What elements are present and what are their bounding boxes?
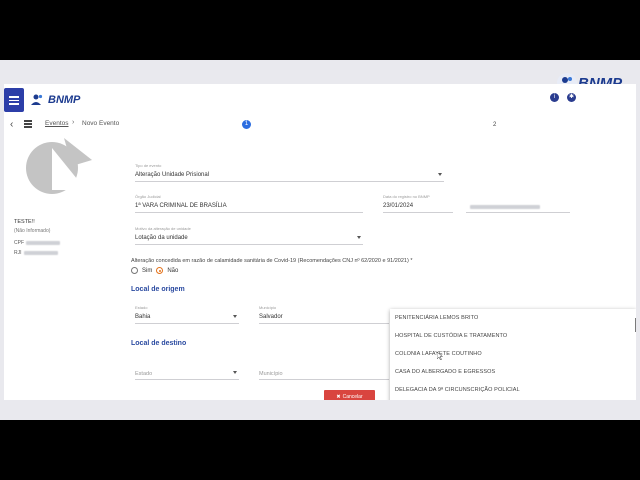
- info-icon[interactable]: i: [550, 93, 559, 102]
- tipo-evento-value: Alteração Unidade Prisional: [135, 172, 210, 178]
- avatar-silhouette-icon: [26, 138, 92, 194]
- processo-field[interactable]: [466, 195, 570, 213]
- scrollbar-thumb[interactable]: [635, 318, 636, 332]
- cpf-label: CPF: [14, 240, 24, 246]
- list-icon[interactable]: [24, 120, 32, 128]
- origem-estado-select[interactable]: Estado Bahia: [135, 305, 239, 324]
- origem-municipio-select[interactable]: Município Salvador: [259, 305, 389, 324]
- cpf-redacted: [26, 240, 60, 245]
- dropdown-arrow-icon: [233, 315, 237, 318]
- processo-redacted: [470, 205, 540, 209]
- close-icon: ✖: [336, 393, 341, 400]
- origem-section-title: Local de origem: [131, 286, 185, 293]
- motivo-label: Motivo da alteração de unidade: [135, 226, 191, 231]
- dropdown-arrow-icon: [357, 236, 361, 239]
- destino-estado-select[interactable]: Estado: [135, 362, 239, 380]
- origem-estado-label: Estado: [135, 305, 148, 310]
- app-window: BNMP i ✱ ‹ Eventos › Novo Evento 1 2 TES…: [4, 84, 636, 400]
- dropdown-arrow-icon: [233, 371, 237, 374]
- breadcrumb-current: Novo Evento: [82, 120, 120, 127]
- covid-radio-nao[interactable]: [156, 267, 164, 274]
- tipo-evento-select[interactable]: Tipo de evento Alteração Unidade Prision…: [135, 163, 444, 182]
- cancel-button[interactable]: ✖ Cancelar: [324, 390, 375, 400]
- unidade-dropdown-list: PENITENCIÁRIA LEMOS BRITO HOSPITAL DE CU…: [390, 309, 636, 400]
- dropdown-option[interactable]: CASA DO ALBERGADO E EGRESSOS: [390, 363, 636, 381]
- orgao-judicial-label: Órgão Judicial: [135, 194, 161, 199]
- mouse-cursor-icon: [437, 352, 443, 360]
- covid-question: Alteração concedida em razão de calamida…: [131, 258, 413, 264]
- menu-bar-icon: [9, 96, 19, 98]
- covid-option-sim: Sim: [142, 267, 153, 274]
- breadcrumb-separator: ›: [72, 119, 75, 126]
- origem-estado-value: Bahia: [135, 314, 151, 320]
- screen-frame: BNMP BNMP i ✱ ‹ Eventos › Novo Evento 1 …: [0, 60, 640, 420]
- back-chevron-icon[interactable]: ‹: [10, 119, 13, 130]
- destino-municipio-select[interactable]: Município: [259, 362, 389, 380]
- covid-option-nao: Não: [167, 267, 179, 274]
- data-registro-label: Data do registro no BNMP: [383, 194, 430, 199]
- orgao-judicial-field[interactable]: Órgão Judicial 1ª VARA CRIMINAL DE BRASÍ…: [135, 194, 363, 213]
- covid-radio-sim[interactable]: [131, 267, 138, 274]
- origem-municipio-label: Município: [259, 305, 277, 310]
- top-bar: BNMP i ✱: [4, 84, 636, 116]
- dropdown-arrow-icon: [438, 173, 442, 176]
- dropdown-option[interactable]: PENITENCIÁRIA LEMOS BRITO: [390, 309, 636, 327]
- orgao-judicial-value: 1ª VARA CRIMINAL DE BRASÍLIA: [135, 203, 227, 209]
- stepper-step-2[interactable]: 2: [493, 122, 496, 128]
- app-logo[interactable]: BNMP: [30, 90, 80, 110]
- top-icons: i ✱: [550, 93, 576, 102]
- person-name: TESTE!!: [14, 219, 35, 225]
- rji-label: RJI: [14, 250, 22, 256]
- dropdown-option[interactable]: HOSPITAL DE CUSTÓDIA E TRATAMENTO: [390, 327, 636, 345]
- motivo-value: Lotação da unidade: [135, 235, 188, 241]
- breadcrumb-eventos-link[interactable]: Eventos: [45, 120, 69, 127]
- origem-municipio-value: Salvador: [259, 314, 283, 320]
- app-logo-text: BNMP: [48, 94, 81, 106]
- data-registro-value: 23/01/2024: [383, 203, 414, 209]
- person-rji: RJI: [14, 250, 58, 256]
- destino-municipio-placeholder: Município: [259, 371, 283, 377]
- motivo-select[interactable]: Motivo da alteração de unidade Lotação d…: [135, 226, 363, 245]
- data-registro-field[interactable]: Data do registro no BNMP 23/01/2024: [383, 194, 453, 213]
- menu-bar-icon: [9, 99, 19, 101]
- person-avatar: [24, 134, 94, 204]
- menu-bar-icon: [9, 103, 19, 105]
- menu-button[interactable]: [4, 88, 24, 112]
- bnmp-logo-icon: [30, 92, 46, 108]
- dropdown-option[interactable]: DELEGACIA DA 9ª CIRCUNSCRIÇÃO POLICIAL: [390, 381, 636, 399]
- destino-section-title: Local de destino: [131, 340, 187, 347]
- dropdown-option[interactable]: COLONIA LAFAYETE COUTINHO: [390, 345, 636, 363]
- accessibility-icon[interactable]: ✱: [567, 93, 576, 102]
- covid-radio-group: Sim Não: [131, 267, 178, 274]
- destino-estado-placeholder: Estado: [135, 371, 153, 377]
- tipo-evento-label: Tipo de evento: [135, 163, 162, 168]
- person-cpf: CPF: [14, 240, 60, 246]
- rji-redacted: [23, 250, 58, 255]
- stepper-step-1[interactable]: 1: [242, 120, 251, 129]
- breadcrumb: ‹ Eventos › Novo Evento: [4, 116, 636, 134]
- person-status: (Não Informado): [14, 228, 51, 234]
- cancel-button-label: Cancelar: [342, 393, 363, 400]
